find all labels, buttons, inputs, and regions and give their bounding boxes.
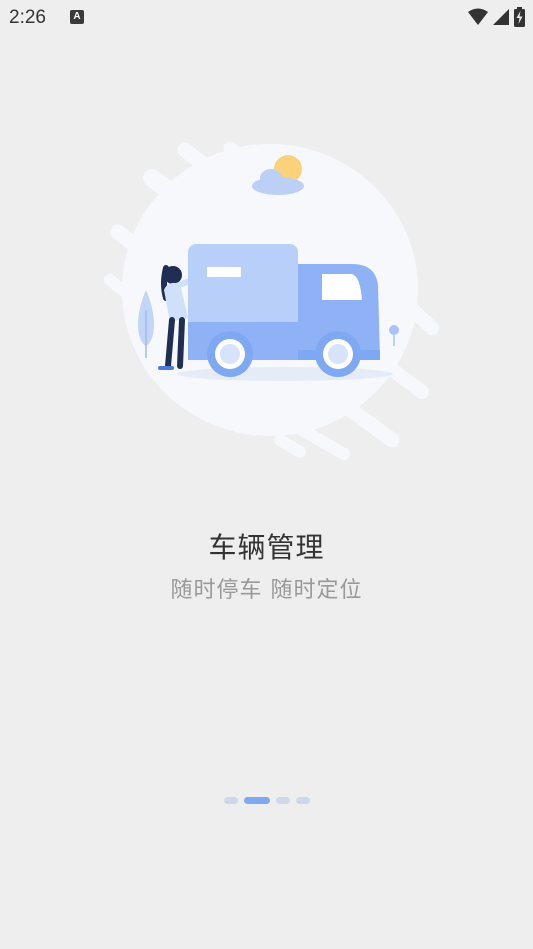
status-time: 2:26 [9, 7, 46, 28]
a-notification-icon: A [70, 10, 84, 24]
battery-charging-icon [514, 7, 525, 27]
wifi-icon [468, 8, 488, 25]
onboarding-subtitle: 随时停车 随时定位 [170, 578, 363, 603]
page-dot-3[interactable] [275, 797, 290, 804]
onboarding-title: 车辆管理 [208, 531, 325, 564]
page-dot-1[interactable] [223, 797, 238, 804]
status-bar: 2:26 A [0, 0, 533, 36]
page-dot-4[interactable] [295, 797, 310, 804]
delivery-truck-illustration [100, 140, 440, 460]
page-indicator [0, 797, 533, 804]
page-dot-2-active[interactable] [243, 797, 270, 804]
cell-signal-icon [493, 9, 509, 25]
status-icons [468, 6, 525, 28]
